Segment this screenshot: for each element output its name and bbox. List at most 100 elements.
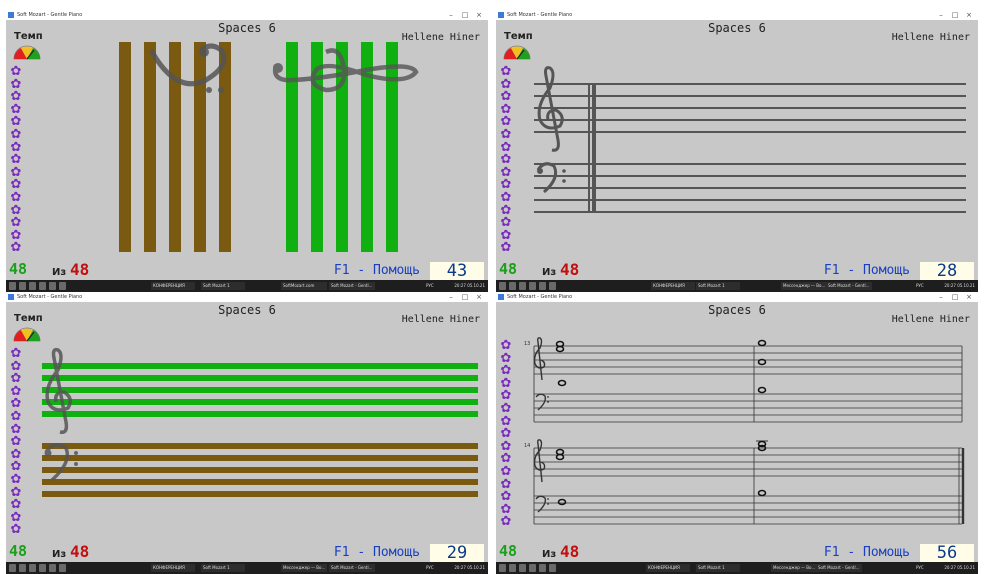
of-label: Из [542, 549, 557, 560]
system-2 [533, 447, 962, 525]
pinned-app-icon[interactable] [539, 282, 546, 290]
notes-system-2 [555, 440, 767, 506]
start-icon[interactable] [499, 564, 506, 572]
search-icon[interactable] [509, 564, 516, 572]
taskbar: КОНФЕРЕНЦИЯ Soft Mozart 1 Мессенджер — В… [496, 280, 978, 292]
pinned-app-icon[interactable] [549, 282, 556, 290]
progress-flowers: ✿ ✿ ✿ ✿ ✿ ✿ ✿ ✿ ✿ ✿ ✿ ✿ ✿ ✿ ✿ [9, 65, 23, 256]
window-title: Soft Mozart - Gentle Piano [507, 12, 573, 18]
start-icon[interactable] [9, 282, 16, 290]
language-indicator[interactable]: РУС [916, 282, 924, 290]
taskbar-app[interactable]: КОНФЕРЕНЦИЯ [151, 564, 195, 572]
taskbar-app[interactable]: Soft Mozart 1 [201, 564, 245, 572]
taskbar-app[interactable]: Soft Mozart 1 [696, 282, 740, 290]
title-bar: Soft Mozart - Gentle Piano – □ × [6, 292, 488, 302]
minimize-button[interactable]: – [934, 10, 948, 20]
taskbar-app[interactable]: Soft Mozart - Gentl... [329, 564, 375, 572]
of-count: 48 [560, 542, 580, 561]
language-indicator[interactable]: РУС [426, 564, 434, 572]
task-view-icon[interactable] [29, 282, 36, 290]
flower-icon: ✿ [10, 240, 22, 256]
taskbar-app[interactable]: Мессенджер — Во... [771, 564, 817, 572]
total-count: 48 [9, 260, 28, 278]
app-icon [498, 12, 504, 18]
taskbar-app[interactable]: Мессенджер — Во... [781, 282, 827, 290]
total-count: 48 [499, 542, 518, 560]
grand-staff-view[interactable] [516, 40, 974, 260]
taskbar-app[interactable]: Soft Mozart 1 [201, 282, 245, 290]
app-window-3: Soft Mozart - Gentle Piano – □ × Spaces … [6, 292, 488, 574]
taskbar-app[interactable]: Soft Mozart 1 [696, 564, 740, 572]
pinned-app-icon[interactable] [39, 564, 46, 572]
minimize-button[interactable]: – [444, 292, 458, 302]
treble-staff [534, 83, 966, 133]
taskbar-app[interactable]: КОНФЕРЕНЦИЯ [651, 282, 695, 290]
maximize-button[interactable]: □ [948, 10, 962, 20]
close-button[interactable]: × [472, 292, 486, 302]
pinned-app-icon[interactable] [529, 564, 536, 572]
flower-icon: ✿ [500, 514, 512, 530]
search-icon[interactable] [19, 564, 26, 572]
language-indicator[interactable]: РУС [916, 564, 924, 572]
help-link[interactable]: F1 - Помощь [824, 263, 910, 278]
help-link[interactable]: F1 - Помощь [334, 263, 420, 278]
taskbar-clock[interactable]: 20:27 05.10.21 [454, 282, 485, 290]
search-icon[interactable] [509, 282, 516, 290]
clef-stripes-view[interactable] [26, 40, 484, 260]
of-count: 48 [560, 260, 580, 279]
task-view-icon[interactable] [519, 564, 526, 572]
minimize-button[interactable]: – [934, 292, 948, 302]
window-title: Soft Mozart - Gentle Piano [507, 294, 573, 300]
maximize-button[interactable]: □ [458, 292, 472, 302]
taskbar-app[interactable]: Soft Mozart - Gentl... [329, 282, 375, 290]
taskbar-app[interactable]: КОНФЕРЕНЦИЯ [646, 564, 690, 572]
help-link[interactable]: F1 - Помощь [824, 545, 910, 560]
pinned-app-icon[interactable] [549, 564, 556, 572]
taskbar-clock[interactable]: 20:27 05.10.21 [454, 564, 485, 572]
taskbar-clock[interactable]: 20:27 05.10.21 [944, 564, 975, 572]
close-button[interactable]: × [962, 292, 976, 302]
pinned-app-icon[interactable] [539, 564, 546, 572]
exercise-counter: 29 [430, 544, 484, 562]
app-icon [8, 12, 14, 18]
progress-flowers: ✿ ✿ ✿ ✿ ✿ ✿ ✿ ✿ ✿ ✿ ✿ ✿ ✿ ✿ ✿ [499, 339, 513, 530]
task-view-icon[interactable] [519, 282, 526, 290]
minimize-button[interactable]: – [444, 10, 458, 20]
pinned-app-icon[interactable] [59, 564, 66, 572]
green-staff-lines [42, 363, 478, 417]
pinned-app-icon[interactable] [529, 282, 536, 290]
title-bar: Soft Mozart - Gentle Piano – □ × [496, 10, 978, 20]
pinned-app-icon[interactable] [49, 564, 56, 572]
close-button[interactable]: × [962, 10, 976, 20]
taskbar-app[interactable]: Soft Mozart - Gentl... [816, 564, 862, 572]
taskbar: КОНФЕРЕНЦИЯ Soft Mozart 1 Мессенджер — В… [6, 562, 488, 574]
search-icon[interactable] [19, 282, 26, 290]
start-icon[interactable] [9, 564, 16, 572]
exercise-counter: 43 [430, 262, 484, 280]
colored-staves-view[interactable] [26, 322, 484, 542]
pinned-app-icon[interactable] [59, 282, 66, 290]
progress-flowers: ✿ ✿ ✿ ✿ ✿ ✿ ✿ ✿ ✿ ✿ ✿ ✿ ✿ ✿ ✿ [499, 65, 513, 256]
flower-icon: ✿ [500, 240, 512, 256]
app-icon [8, 294, 14, 300]
task-view-icon[interactable] [29, 564, 36, 572]
pinned-app-icon[interactable] [49, 282, 56, 290]
pinned-app-icon[interactable] [39, 282, 46, 290]
close-button[interactable]: × [472, 10, 486, 20]
help-link[interactable]: F1 - Помощь [334, 545, 420, 560]
app-window-1: Soft Mozart - Gentle Piano – □ × Spaces … [6, 10, 488, 292]
language-indicator[interactable]: РУС [426, 282, 434, 290]
maximize-button[interactable]: □ [458, 10, 472, 20]
taskbar-app[interactable]: Мессенджер — Во... [281, 564, 327, 572]
brown-staff-lines [42, 443, 478, 497]
start-icon[interactable] [499, 282, 506, 290]
taskbar-app[interactable]: Soft Mozart - Gentl... [826, 282, 872, 290]
total-count: 48 [499, 260, 518, 278]
maximize-button[interactable]: □ [948, 292, 962, 302]
taskbar-clock[interactable]: 20:27 05.10.21 [944, 282, 975, 290]
taskbar-app[interactable]: КОНФЕРЕНЦИЯ [151, 282, 195, 290]
taskbar-app[interactable]: SoftMozart.com [281, 282, 327, 290]
sheet-music-view[interactable]: 13 14 [516, 322, 974, 542]
notes-system-1 [555, 339, 767, 394]
of-label: Из [52, 267, 67, 278]
